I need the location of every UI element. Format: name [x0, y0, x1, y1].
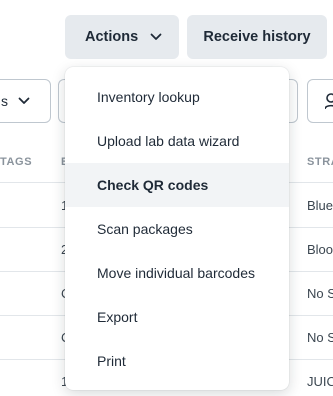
menu-item-move-individual-barcodes[interactable]: Move individual barcodes: [65, 251, 289, 295]
table-cell: No S: [307, 330, 333, 345]
menu-item-export[interactable]: Export: [65, 295, 289, 339]
receive-history-button[interactable]: Receive history: [187, 15, 327, 59]
chevron-down-icon: [18, 97, 30, 105]
menu-item-check-qr-codes[interactable]: Check QR codes: [65, 163, 289, 207]
columns-button[interactable]: [307, 79, 333, 123]
actions-button[interactable]: Actions: [65, 15, 179, 59]
menu-item-print[interactable]: Print: [65, 339, 289, 383]
person-icon: [324, 93, 333, 116]
chevron-down-icon: [150, 33, 162, 41]
menu-item-upload-lab-data-wizard[interactable]: Upload lab data wizard: [65, 119, 289, 163]
menu-item-inventory-lookup[interactable]: Inventory lookup: [65, 75, 289, 119]
actions-menu: Inventory lookup Upload lab data wizard …: [65, 67, 289, 390]
column-header-strain[interactable]: STRA: [307, 156, 333, 168]
menu-item-scan-packages[interactable]: Scan packages: [65, 207, 289, 251]
column-header-tags[interactable]: TAGS: [0, 156, 32, 168]
table-cell: No S: [307, 286, 333, 301]
filter-select-value: s: [1, 93, 8, 109]
actions-button-label: Actions: [85, 29, 139, 45]
table-cell: Blue: [307, 198, 333, 213]
filter-select[interactable]: s: [0, 79, 51, 123]
table-cell: JUIC: [307, 374, 333, 389]
receive-history-button-label: Receive history: [203, 29, 311, 45]
page: Actions Receive history s TAGS B STRA 1 …: [0, 0, 333, 396]
table-cell: Bloo: [307, 242, 333, 257]
